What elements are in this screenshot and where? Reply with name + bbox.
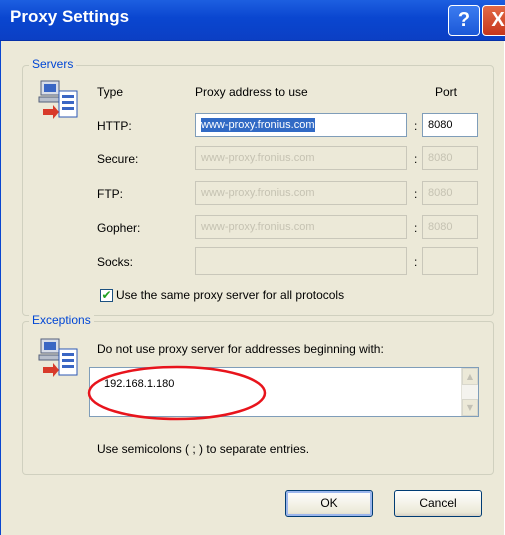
http-colon: : [414,119,418,133]
network-computer-icon [38,338,78,377]
window-title: Proxy Settings [10,7,130,26]
servers-group-label: Servers [29,57,77,71]
exceptions-scrollbar[interactable]: ▲ ▼ [461,368,478,416]
title-bar[interactable]: Proxy Settings ? X [0,0,505,41]
socks-address-input[interactable] [195,247,407,275]
http-port-input[interactable]: 8080 [422,113,478,137]
gopher-port-input[interactable]: 8080 [422,215,478,239]
address-column-header: Proxy address to use [195,85,308,99]
dialog-body: Servers Type Proxy address to use Port H… [0,41,504,535]
cancel-button[interactable]: Cancel [394,490,482,517]
same-proxy-label[interactable]: Use the same proxy server for all protoc… [116,288,344,302]
socks-colon: : [414,255,418,269]
socks-port-input[interactable] [422,247,478,275]
gopher-address-input[interactable]: www-proxy.fronius.com [195,215,407,239]
close-button[interactable]: X [482,5,505,36]
ftp-port-input[interactable]: 8080 [422,181,478,205]
http-address-input[interactable]: www-proxy.fronius.com [195,113,407,137]
same-proxy-checkbox[interactable]: ✔ [100,289,113,302]
gopher-label: Gopher: [97,221,141,235]
scroll-up-icon[interactable]: ▲ [462,368,478,385]
exceptions-description: Do not use proxy server for addresses be… [97,342,384,356]
ok-button[interactable]: OK [285,490,373,517]
secure-colon: : [414,152,418,166]
gopher-colon: : [414,221,418,235]
http-address-value: www-proxy.fronius.com [201,118,315,132]
port-column-header: Port [435,85,458,99]
ftp-label: FTP: [97,187,123,201]
scroll-down-icon[interactable]: ▼ [462,399,478,416]
help-button[interactable]: ? [448,5,480,36]
ftp-address-input[interactable]: www-proxy.fronius.com [195,181,407,205]
socks-label: Socks: [97,255,134,269]
type-column-header: Type [97,85,124,99]
exceptions-group-label: Exceptions [29,313,94,327]
secure-address-input[interactable]: www-proxy.fronius.com [195,146,407,170]
highlight-ellipse [87,365,267,421]
http-label: HTTP: [97,119,132,133]
secure-port-input[interactable]: 8080 [422,146,478,170]
secure-label: Secure: [97,152,139,166]
ftp-colon: : [414,187,418,201]
network-computer-icon [38,80,78,119]
exceptions-hint: Use semicolons ( ; ) to separate entries… [97,442,310,456]
